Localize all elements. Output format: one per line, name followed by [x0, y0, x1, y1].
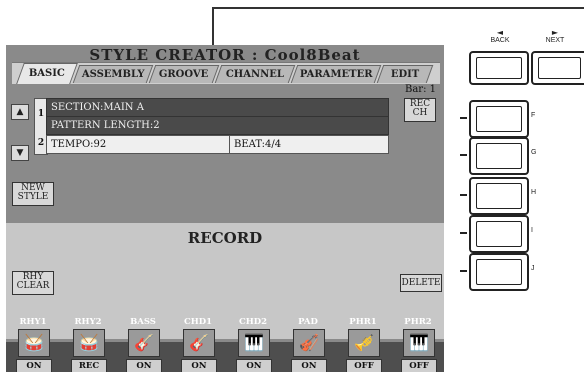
- button-i-label: I: [531, 227, 533, 234]
- part-chd2[interactable]: CHD2 🎹 ON: [232, 317, 274, 372]
- pattern-length-row[interactable]: PATTERN LENGTH:2: [46, 116, 389, 135]
- back-label: BACK: [490, 37, 510, 44]
- tab-groove[interactable]: GROOVE: [148, 65, 220, 83]
- button-i[interactable]: [469, 215, 529, 253]
- part-chd1[interactable]: CHD1 🎸 ON: [177, 317, 219, 372]
- settings-list: 1 2 SECTION:MAIN A PATTERN LENGTH:2 TEMP…: [34, 98, 389, 155]
- next-arrow-icon: ►: [551, 28, 559, 37]
- part-status[interactable]: REC: [71, 359, 107, 372]
- drum-kit-icon: 🥁: [73, 329, 105, 357]
- part-status[interactable]: ON: [181, 359, 217, 372]
- tab-parameter[interactable]: PARAMETER: [290, 65, 382, 83]
- brass-icon: 🎺: [348, 329, 380, 357]
- next-label: NEXT: [545, 37, 565, 44]
- back-button[interactable]: [469, 51, 529, 85]
- back-arrow-icon: ◄: [496, 28, 504, 37]
- part-status[interactable]: ON: [291, 359, 327, 372]
- button-h[interactable]: [469, 177, 529, 215]
- keyboard-icon: 🎹: [238, 329, 270, 357]
- tab-assembly[interactable]: ASSEMBLY: [72, 65, 154, 83]
- button-g[interactable]: [469, 137, 529, 175]
- drum-icon: 🥁: [18, 329, 50, 357]
- bar-indicator: Bar: 1: [404, 84, 436, 95]
- beat-value: BEAT:4/4: [229, 136, 281, 153]
- button-f-label: F: [531, 112, 536, 119]
- part-bass[interactable]: BASS 🎸 ON: [122, 317, 164, 372]
- tab-channel[interactable]: CHANNEL: [214, 65, 296, 83]
- part-status[interactable]: OFF: [346, 359, 382, 372]
- part-rhy1[interactable]: RHY1 🥁 ON: [12, 317, 54, 372]
- rhy-clear-button[interactable]: RHY CLEAR: [12, 271, 54, 295]
- button-h-label: H: [531, 189, 537, 196]
- part-status[interactable]: ON: [236, 359, 272, 372]
- part-phr1[interactable]: PHR1 🎺 OFF: [342, 317, 384, 372]
- part-phr2[interactable]: PHR2 🎹 OFF: [397, 317, 439, 372]
- rec-ch-button[interactable]: REC CH: [404, 98, 436, 122]
- part-rhy2[interactable]: RHY2 🥁 REC: [67, 317, 109, 372]
- scroll-down-button[interactable]: ▼: [11, 145, 29, 161]
- piano-icon: 🎹: [403, 329, 435, 357]
- tab-edit[interactable]: EDIT: [376, 65, 434, 83]
- tab-basic[interactable]: BASIC: [16, 63, 78, 84]
- callout-line-horizontal: [212, 7, 584, 9]
- button-j-label: J: [531, 265, 535, 272]
- delete-button[interactable]: DELETE: [400, 274, 442, 292]
- part-status[interactable]: ON: [16, 359, 52, 372]
- part-status[interactable]: ON: [126, 359, 162, 372]
- down-arrow-icon: ▼: [16, 148, 24, 158]
- lcd-screen: STYLE CREATOR : Cool8Beat BASIC ASSEMBLY…: [6, 45, 444, 372]
- button-j[interactable]: [469, 253, 529, 291]
- section-row[interactable]: SECTION:MAIN A: [46, 98, 389, 117]
- next-button[interactable]: [531, 51, 584, 85]
- part-pad[interactable]: PAD 🎻 ON: [287, 317, 329, 372]
- part-status[interactable]: OFF: [401, 359, 437, 372]
- tempo-value: TEMPO:92: [51, 139, 107, 150]
- strings-icon: 🎻: [293, 329, 325, 357]
- tab-bar: BASIC ASSEMBLY GROOVE CHANNEL PARAMETER …: [12, 62, 440, 84]
- scroll-up-button[interactable]: ▲: [11, 104, 29, 120]
- button-g-label: G: [531, 149, 537, 156]
- new-style-button[interactable]: NEW STYLE: [12, 182, 54, 206]
- guitar-icon: 🎸: [183, 329, 215, 357]
- record-label: RECORD: [187, 229, 263, 247]
- up-arrow-icon: ▲: [16, 107, 24, 117]
- button-f[interactable]: [469, 100, 529, 138]
- bass-icon: 🎸: [128, 329, 160, 357]
- tempo-beat-row[interactable]: TEMPO:92 BEAT:4/4: [46, 135, 389, 154]
